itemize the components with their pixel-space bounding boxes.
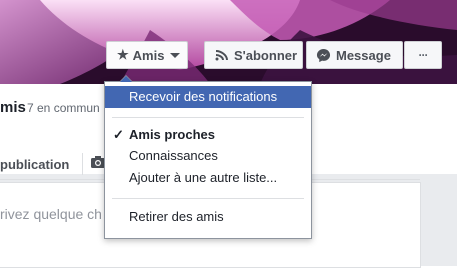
camera-icon[interactable] [91,156,105,168]
menu-item-unfriend[interactable]: Retirer des amis [105,206,311,228]
caret-down-icon [170,52,181,58]
menu-item-label: Amis proches [129,127,215,142]
message-button[interactable]: Message [306,41,403,69]
menu-item-close-friends[interactable]: ✓ Amis proches [105,124,311,146]
friends-heading[interactable]: mis [0,99,26,116]
menu-item-add-to-list[interactable]: Ajouter à une autre liste... [105,167,311,189]
friends-dropdown-menu: Recevoir des notifications ✓ Amis proche… [104,75,312,239]
follow-button-label: S'abonner [234,47,298,63]
friends-button[interactable]: ★ Amis [106,41,188,69]
messenger-icon [316,48,331,62]
friends-button-label: Amis [132,47,165,63]
menu-divider [112,117,304,118]
follow-button[interactable]: S'abonner [204,41,303,69]
menu-divider [112,198,304,199]
composer-placeholder[interactable]: rivez quelque ch [0,206,102,222]
check-icon: ✓ [113,127,124,142]
follow-icon [215,50,228,61]
menu-item-acquaintances[interactable]: Connaissances [105,145,311,167]
menu-item-notifications[interactable]: Recevoir des notifications [105,86,311,108]
message-button-label: Message [336,47,391,63]
tab-divider [82,153,83,175]
menu-pointer-fill [120,76,132,82]
star-icon: ★ [117,47,129,62]
more-icon: ··· [418,48,429,62]
tab-publication[interactable]: publication [0,157,69,172]
mutual-friends-count[interactable]: 7 en commun [27,101,100,115]
more-options-button[interactable]: ··· [404,41,442,69]
